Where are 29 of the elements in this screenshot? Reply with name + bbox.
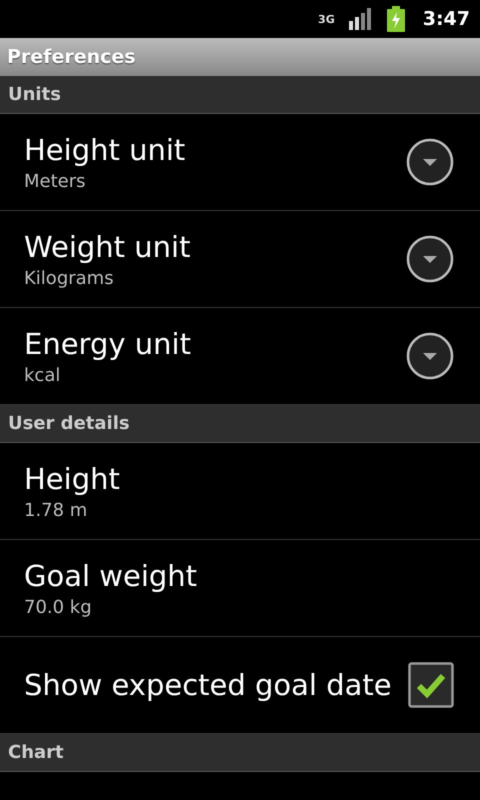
preference-summary: kcal — [24, 364, 62, 386]
preference-item[interactable]: Goal weight 70.0 kg — [0, 540, 480, 636]
preference-summary: 1.78 m — [24, 500, 88, 520]
preference-summary: Meters — [24, 170, 87, 192]
preference-title: Goal weight — [24, 558, 198, 592]
preference-item[interactable]: Energy unit kcal — [0, 308, 480, 404]
section-header: Units — [0, 76, 480, 114]
section-header: Chart — [0, 734, 480, 772]
preference-title: Show expected goal date — [24, 668, 392, 702]
preference-item[interactable]: Show expected goal date — [0, 637, 480, 733]
preference-title: Height — [24, 462, 120, 496]
preference-item[interactable]: Height 1.78 m — [0, 443, 480, 539]
section-header: User details — [0, 405, 480, 443]
preference-item[interactable]: Height unit Meters — [0, 114, 480, 210]
clock: 3:47 — [422, 8, 470, 30]
preference-title: Energy unit — [24, 326, 191, 360]
network-type: 3G — [318, 12, 335, 26]
signal-icon — [348, 8, 373, 30]
preference-title: Weight unit — [24, 230, 190, 264]
battery-charging-icon — [386, 6, 405, 32]
dropdown-icon[interactable] — [406, 332, 454, 380]
dropdown-icon[interactable] — [406, 235, 454, 283]
preference-item[interactable]: Weight unit Kilograms — [0, 211, 480, 307]
window-title: Preferences — [0, 38, 480, 76]
preference-summary: 70.0 kg — [24, 596, 93, 618]
dropdown-icon[interactable] — [406, 138, 454, 186]
preference-summary: Kilograms — [24, 268, 115, 288]
checkbox[interactable] — [408, 662, 454, 708]
preference-title: Height unit — [24, 132, 186, 166]
